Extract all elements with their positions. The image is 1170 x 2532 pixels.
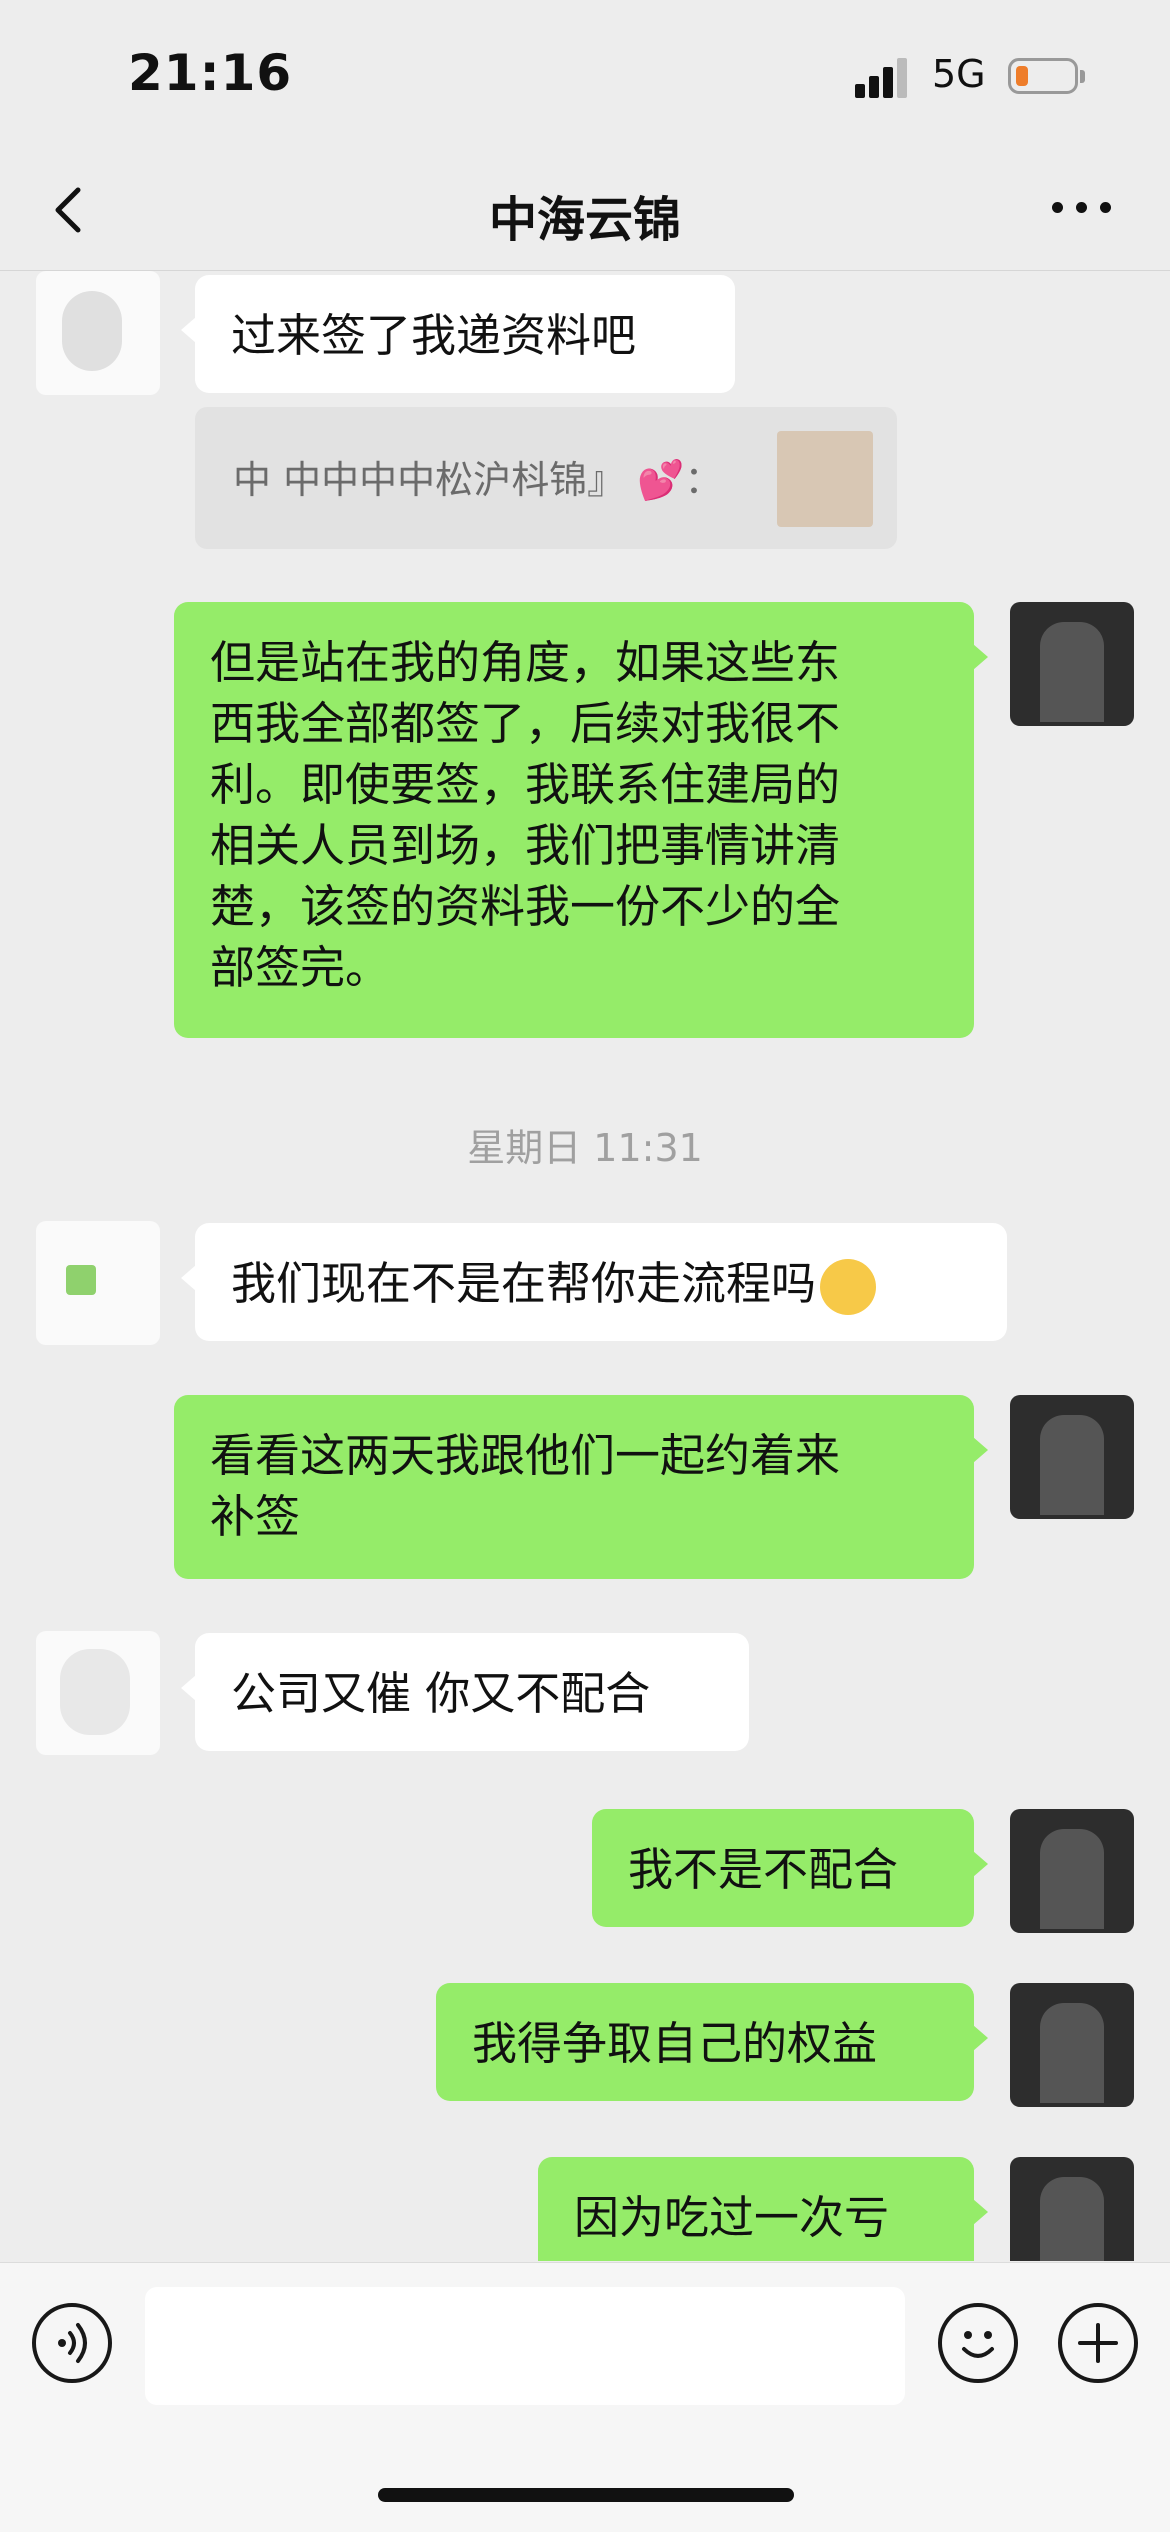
message-line: 部签完。 xyxy=(210,941,391,994)
voice-waves xyxy=(58,2323,87,2363)
cellular-signal-icon xyxy=(855,58,915,98)
back-button[interactable] xyxy=(40,180,100,240)
message-bubble[interactable]: 公司又催 你又不配合 xyxy=(181,1633,749,1751)
plus-icon[interactable] xyxy=(1058,2303,1138,2383)
message-bubble[interactable]: 我得争取自己的权益 xyxy=(436,1983,988,2101)
voice-icon[interactable] xyxy=(32,2303,112,2383)
message-line: 利。即使要签，我联系住建局的 xyxy=(210,758,841,811)
avatar[interactable] xyxy=(36,1631,160,1755)
message-line: 但是站在我的角度，如果这些东 xyxy=(210,636,841,689)
message-line: 相关人员到场，我们把事情讲清 xyxy=(210,819,841,872)
quoted-text: 中 中中中中松沪枓锦』 💕： xyxy=(233,458,723,502)
avatar[interactable] xyxy=(1010,2157,1134,2261)
emoji-icon[interactable] xyxy=(938,2303,1018,2383)
chevron-left-icon xyxy=(55,187,81,233)
status-bar: 21:16 5G xyxy=(0,0,1170,150)
message-line: 楚，该签的资料我一份不少的全 xyxy=(210,880,841,933)
message-text: 我不是不配合 xyxy=(628,1843,899,1896)
status-time: 21:16 xyxy=(128,44,293,102)
message-bubble[interactable]: 我们现在不是在帮你走流程吗 xyxy=(181,1223,1007,1341)
battery-tip xyxy=(1080,70,1085,83)
nav-bar: 中海云锦 xyxy=(0,150,1170,271)
message-text: 我们现在不是在帮你走流程吗 xyxy=(231,1257,817,1310)
crying-face-icon xyxy=(820,1259,877,1315)
home-indicator[interactable] xyxy=(378,2488,794,2502)
avatar[interactable] xyxy=(1010,602,1134,726)
message-line: 西我全部都签了，后续对我很不 xyxy=(210,697,841,750)
message-text: 我得争取自己的权益 xyxy=(472,2017,878,2070)
avatar[interactable] xyxy=(36,271,160,395)
avatar[interactable] xyxy=(1010,1809,1134,1933)
message-bubble[interactable]: 我不是不配合 xyxy=(592,1809,988,1927)
avatar[interactable] xyxy=(36,1221,160,1345)
message-list[interactable]: 过来签了我递资料吧 中 中中中中松沪枓锦』 💕： 但是站在我的角度，如果这些东 … xyxy=(0,271,1170,2261)
message-bubble[interactable]: 过来签了我递资料吧 xyxy=(181,275,735,393)
chat-title: 中海云锦 xyxy=(488,192,681,248)
message-line: 补签 xyxy=(210,1490,301,1543)
smiley xyxy=(962,2331,994,2358)
chat-screen: 21:16 5G 中海云锦 过来签了我递资料吧 中 中中中中松沪枓锦』 💕： 但… xyxy=(0,0,1170,2532)
plus-glyph xyxy=(1078,2323,1118,2363)
message-input[interactable] xyxy=(145,2287,905,2405)
message-text: 公司又催 你又不配合 xyxy=(231,1667,651,1720)
avatar[interactable] xyxy=(1010,1395,1134,1519)
message-bubble[interactable]: 看看这两天我跟他们一起约着来 补签 xyxy=(174,1395,988,1579)
quoted-image-thumbnail[interactable] xyxy=(777,431,873,527)
avatar[interactable] xyxy=(1010,1983,1134,2107)
timestamp: 星期日 11:31 xyxy=(467,1126,703,1170)
battery-icon xyxy=(1008,58,1078,94)
more-dots-icon[interactable] xyxy=(1052,202,1112,222)
message-line: 看看这两天我跟他们一起约着来 xyxy=(210,1429,841,1482)
message-text: 因为吃过一次亏 xyxy=(574,2191,890,2244)
message-bubble[interactable]: 但是站在我的角度，如果这些东 西我全部都签了，后续对我很不 利。即使要签，我联系… xyxy=(174,602,988,1038)
quoted-message[interactable]: 中 中中中中松沪枓锦』 💕： xyxy=(195,407,897,549)
message-text: 过来签了我递资料吧 xyxy=(231,309,637,362)
network-type: 5G xyxy=(932,52,986,96)
message-bubble[interactable]: 因为吃过一次亏 xyxy=(538,2157,988,2261)
